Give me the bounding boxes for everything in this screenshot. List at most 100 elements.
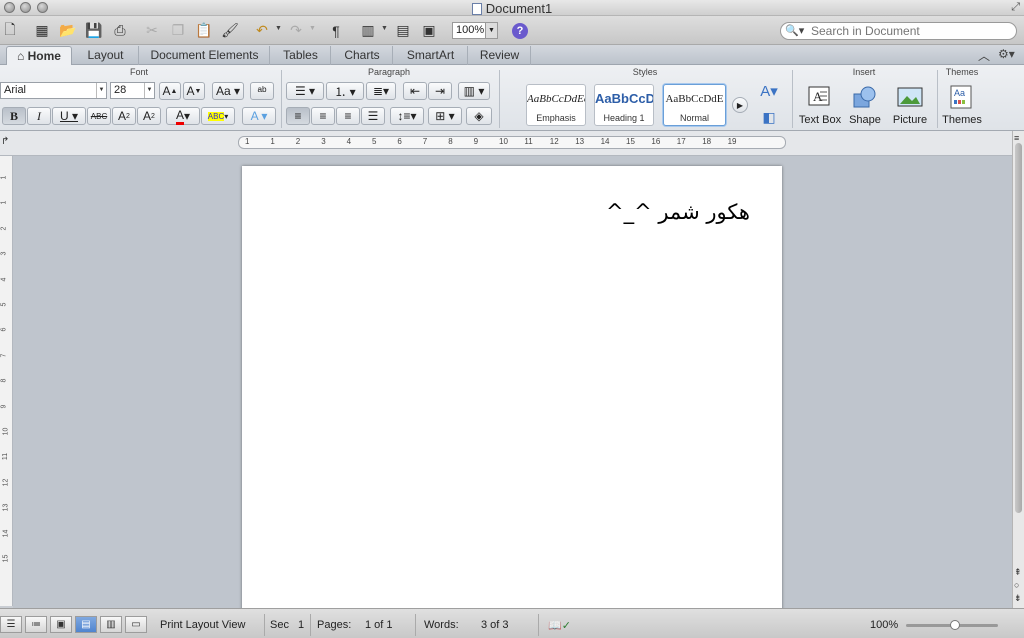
zoom-slider[interactable] — [906, 620, 998, 630]
tab-tables[interactable]: Tables — [271, 46, 331, 65]
outline-view-button[interactable]: ≔ — [25, 616, 47, 633]
print-icon[interactable]: ⎙ — [110, 21, 130, 40]
zoom-dropdown[interactable]: ▼ — [485, 23, 497, 38]
highlight-button[interactable]: ABC ▾ — [201, 107, 235, 125]
search-icon[interactable]: 🔍▾ — [785, 24, 804, 37]
zoom-slider-knob[interactable] — [950, 620, 960, 630]
notebook-view-button[interactable]: ▥ — [100, 616, 122, 633]
align-center-button[interactable]: ≡ — [311, 107, 335, 125]
sidebar-menu-caret[interactable]: ▼ — [381, 25, 388, 32]
previous-page-icon[interactable]: ⇞ — [1014, 567, 1022, 578]
tab-charts[interactable]: Charts — [332, 46, 393, 65]
clear-formatting-button[interactable]: ᵃᵇ — [250, 82, 274, 100]
publishing-view-button[interactable]: ▣ — [50, 616, 72, 633]
align-right-button[interactable]: ≡ — [336, 107, 360, 125]
group-separator — [499, 70, 500, 128]
manage-styles-icon[interactable]: A▾ — [756, 82, 782, 100]
scrollbar-thumb[interactable] — [1015, 143, 1022, 513]
browse-object-icon[interactable]: ○ — [1014, 580, 1019, 590]
new-document-icon[interactable]: 🗋 — [0, 21, 20, 40]
media-browser-icon[interactable]: ▣ — [419, 21, 439, 40]
fullscreen-icon[interactable]: ⤢ — [1011, 1, 1020, 14]
show-formatting-icon[interactable]: ¶ — [326, 21, 346, 40]
vertical-ruler[interactable]: 1 1 2 3 4 5 6 7 8 9 10 11 12 13 14 15 — [0, 156, 13, 606]
full-screen-view-button[interactable]: ▭ — [125, 616, 147, 633]
view-sidebar-icon[interactable]: ▥ — [358, 21, 378, 40]
shape-button[interactable]: Shape — [845, 84, 885, 126]
multilevel-list-button[interactable]: ≣▾ — [366, 82, 396, 100]
redo-icon[interactable]: ↷ — [286, 21, 306, 40]
superscript-button[interactable]: A2 — [112, 107, 136, 125]
justify-button[interactable]: ☰ — [361, 107, 385, 125]
line-spacing-button[interactable]: ↕≡▾ — [390, 107, 424, 125]
bold-button[interactable]: B — [2, 107, 26, 125]
zoom-field[interactable]: 100% ▼ — [452, 22, 498, 39]
style-heading-1[interactable]: AaBbCcDc Heading 1 — [594, 84, 654, 126]
bullets-button[interactable]: ☰ ▾ — [286, 82, 324, 100]
font-name-field[interactable]: Arial ▼ — [0, 82, 107, 99]
subscript-button[interactable]: A2 — [137, 107, 161, 125]
print-layout-view-button[interactable]: ▤ — [75, 616, 97, 633]
gallery-icon[interactable]: ▦ — [32, 21, 52, 40]
tab-selector-icon[interactable]: ↱ — [1, 136, 9, 147]
tab-document-elements[interactable]: Document Elements — [140, 46, 270, 65]
search-box[interactable]: 🔍▾ — [780, 22, 1017, 40]
vertical-ruler-number: 2 — [0, 226, 8, 231]
borders-button[interactable]: ⊞ ▾ — [428, 107, 462, 125]
style-emphasis[interactable]: AaBbCcDdEe Emphasis — [526, 84, 586, 126]
tab-home[interactable]: ⌂ Home — [6, 46, 72, 65]
numbering-button[interactable]: ⒈ ▾ — [326, 82, 364, 100]
cut-icon[interactable]: ✂ — [142, 21, 162, 40]
toolbox-icon[interactable]: ▤ — [393, 21, 413, 40]
align-left-button[interactable]: ≡ — [286, 107, 310, 125]
tab-layout[interactable]: Layout — [73, 46, 139, 65]
help-icon[interactable]: ? — [512, 23, 528, 39]
collapse-ribbon-icon[interactable]: ︿ — [978, 47, 990, 64]
spelling-check-icon[interactable]: 📖✓ — [548, 619, 571, 632]
undo-menu-caret[interactable]: ▼ — [275, 25, 282, 32]
font-size-field[interactable]: 28 ▼ — [110, 82, 155, 99]
shrink-font-button[interactable]: A ▼ — [183, 82, 205, 100]
draft-view-button[interactable]: ☰ — [0, 616, 22, 633]
style-name: Normal — [679, 113, 709, 123]
ribbon-settings-icon[interactable]: ⚙▾ — [998, 47, 1015, 61]
themes-button[interactable]: Aa Themes — [942, 84, 982, 126]
search-input[interactable] — [811, 24, 1011, 38]
strikethrough-button[interactable]: ABC — [87, 107, 111, 125]
shading-button[interactable]: ◈ — [466, 107, 492, 125]
text-effects-button[interactable]: A ▾ — [242, 107, 276, 125]
paste-icon[interactable]: 📋 — [194, 21, 214, 40]
change-case-button[interactable]: Aa ▾ — [212, 82, 244, 100]
save-icon[interactable]: 💾 — [84, 21, 104, 40]
tab-review[interactable]: Review — [469, 46, 531, 65]
columns-button[interactable]: ▥ ▾ — [458, 82, 490, 100]
grow-font-button[interactable]: A ▲ — [159, 82, 181, 100]
document-page[interactable]: هكور شمر ^_^ — [242, 166, 782, 616]
document-text[interactable]: هكور شمر ^_^ — [606, 200, 750, 224]
tab-smartart[interactable]: SmartArt — [394, 46, 468, 65]
paragraph-group-title: Paragraph — [367, 67, 411, 77]
split-handle-icon[interactable]: ≡ — [1014, 133, 1019, 143]
ruler-number: 12 — [549, 137, 559, 146]
open-icon[interactable]: 📂 — [58, 21, 78, 40]
vertical-scrollbar[interactable]: ≡ ⇞ ○ ⇟ — [1012, 131, 1024, 608]
horizontal-ruler[interactable]: 1 1 2 3 4 5 6 7 8 9 10 11 12 13 14 15 16 17 18 19 — [238, 136, 786, 149]
styles-next-button[interactable]: ▶ — [732, 97, 748, 113]
vertical-ruler-number: 3 — [0, 251, 8, 256]
styles-pane-icon[interactable]: ◧ — [758, 108, 780, 126]
picture-button[interactable]: Picture — [890, 84, 930, 126]
style-normal[interactable]: AaBbCcDdE Normal — [663, 84, 726, 126]
text-box-button[interactable]: A Text Box — [798, 84, 842, 126]
decrease-indent-button[interactable]: ⇤ — [403, 82, 427, 100]
undo-icon[interactable]: ↶ — [252, 21, 272, 40]
font-color-button[interactable]: A ▾ — [166, 107, 200, 125]
next-page-icon[interactable]: ⇟ — [1014, 593, 1022, 604]
font-name-dropdown[interactable]: ▼ — [96, 83, 106, 98]
copy-icon[interactable]: ❐ — [168, 21, 188, 40]
underline-button[interactable]: U ▾ — [52, 107, 86, 125]
increase-indent-button[interactable]: ⇥ — [428, 82, 452, 100]
font-size-dropdown[interactable]: ▼ — [144, 83, 154, 98]
italic-button[interactable]: I — [27, 107, 51, 125]
format-painter-icon[interactable]: 🖌 — [220, 21, 240, 40]
redo-menu-caret[interactable]: ▼ — [309, 25, 316, 32]
